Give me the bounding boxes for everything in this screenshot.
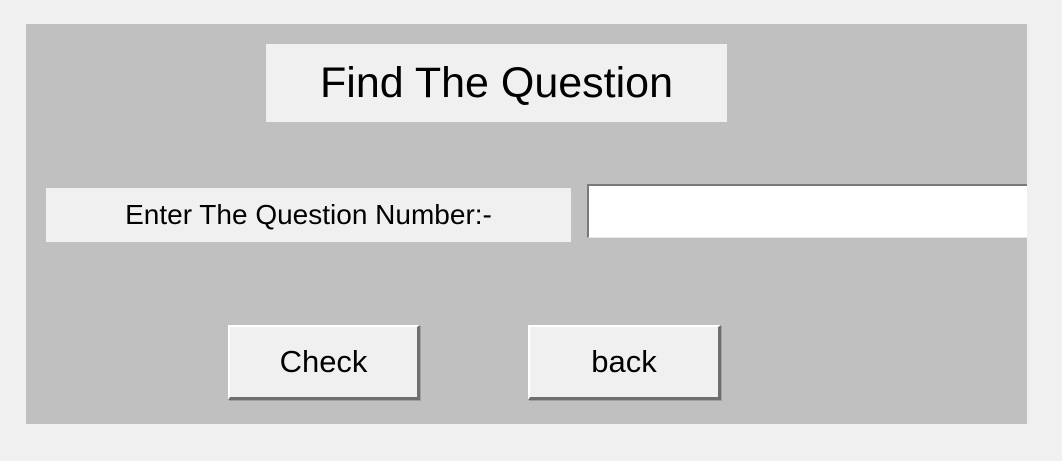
question-number-label: Enter The Question Number:-: [46, 188, 571, 242]
back-button[interactable]: back: [528, 325, 721, 400]
check-button[interactable]: Check: [228, 325, 420, 400]
main-panel: Find The Question Enter The Question Num…: [26, 24, 1027, 424]
page-title: Find The Question: [266, 44, 727, 122]
question-number-input[interactable]: [587, 184, 1027, 238]
